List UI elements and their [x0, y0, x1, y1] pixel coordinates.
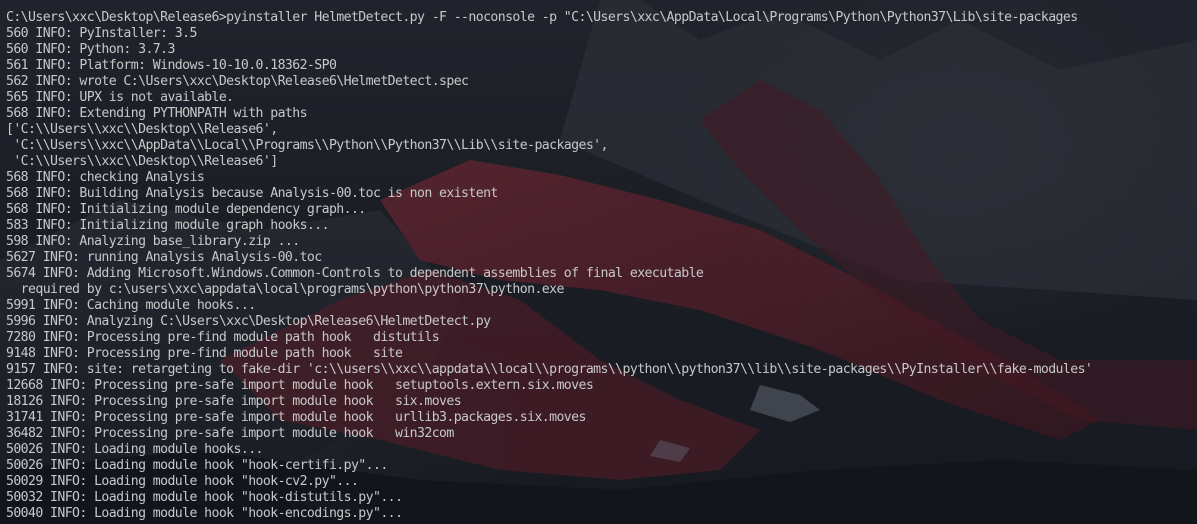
terminal-line: 568 INFO: checking Analysis: [6, 170, 205, 185]
terminal-window[interactable]: C:\Users\xxc\Desktop\Release6>pyinstalle…: [0, 0, 1197, 524]
terminal-line: 50040 INFO: Loading module hook "hook-en…: [6, 506, 403, 521]
terminal-line: 9157 INFO: site: retargeting to fake-dir…: [6, 362, 1093, 377]
terminal-line: 561 INFO: Platform: Windows-10-10.0.1836…: [6, 58, 337, 73]
terminal-line: C:\Users\xxc\Desktop\Release6>pyinstalle…: [6, 10, 1078, 25]
terminal-line: 50026 INFO: Loading module hooks...: [6, 442, 263, 457]
terminal-line: 598 INFO: Analyzing base_library.zip ...: [6, 234, 300, 249]
terminal-line: 568 INFO: Extending PYTHONPATH with path…: [6, 106, 308, 121]
terminal-line: 31741 INFO: Processing pre-safe import m…: [6, 410, 586, 425]
terminal-line: 9148 INFO: Processing pre-find module pa…: [6, 346, 403, 361]
terminal-line: 568 INFO: Initializing module dependency…: [6, 202, 366, 217]
terminal-line: 5996 INFO: Analyzing C:\Users\xxc\Deskto…: [6, 314, 491, 329]
terminal-line: 12668 INFO: Processing pre-safe import m…: [6, 378, 594, 393]
terminal-line: 'C:\\Users\\xxc\\Desktop\\Release6']: [6, 154, 278, 169]
terminal-line: 560 INFO: PyInstaller: 3.5: [6, 26, 197, 41]
terminal-line: 7280 INFO: Processing pre-find module pa…: [6, 330, 440, 345]
terminal-line: 562 INFO: wrote C:\Users\xxc\Desktop\Rel…: [6, 74, 469, 89]
terminal-output[interactable]: C:\Users\xxc\Desktop\Release6>pyinstalle…: [6, 10, 1197, 522]
terminal-line: 568 INFO: Building Analysis because Anal…: [6, 186, 498, 201]
terminal-line: 560 INFO: Python: 3.7.3: [6, 42, 175, 57]
terminal-line: 50032 INFO: Loading module hook "hook-di…: [6, 490, 403, 505]
terminal-line: 5674 INFO: Adding Microsoft.Windows.Comm…: [6, 266, 704, 281]
terminal-line: 18126 INFO: Processing pre-safe import m…: [6, 394, 462, 409]
terminal-line: 565 INFO: UPX is not available.: [6, 90, 234, 105]
terminal-line: 36482 INFO: Processing pre-safe import m…: [6, 426, 454, 441]
terminal-line: 50026 INFO: Loading module hook "hook-ce…: [6, 458, 388, 473]
terminal-line: 5991 INFO: Caching module hooks...: [6, 298, 256, 313]
terminal-line: 583 INFO: Initializing module graph hook…: [6, 218, 330, 233]
terminal-line: ['C:\\Users\\xxc\\Desktop\\Release6',: [6, 122, 278, 137]
terminal-line: 50029 INFO: Loading module hook "hook-cv…: [6, 474, 359, 489]
terminal-line: 5627 INFO: running Analysis Analysis-00.…: [6, 250, 322, 265]
terminal-line: required by c:\users\xxc\appdata\local\p…: [6, 282, 565, 297]
terminal-line: 'C:\\Users\\xxc\\AppData\\Local\\Program…: [6, 138, 608, 153]
